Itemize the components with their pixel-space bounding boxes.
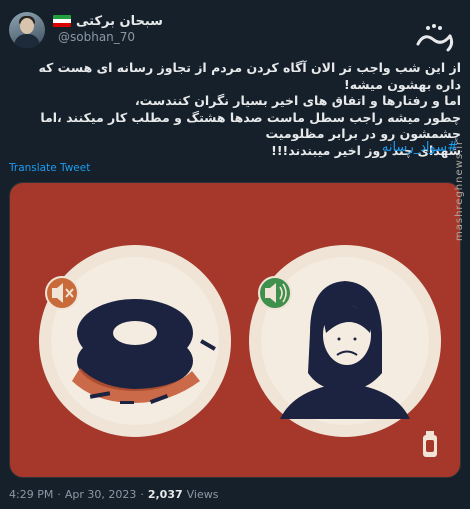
author-handle[interactable]: @sobhan_70 bbox=[58, 30, 135, 44]
author-display-name[interactable]: سبحان برکتی bbox=[76, 14, 163, 29]
views-count: 2,037 bbox=[147, 488, 183, 501]
hashtag-link[interactable]: #سواد_رسانه bbox=[382, 140, 458, 155]
mashregh-logo bbox=[414, 14, 460, 58]
tweet-line: اما و رفتارها و اتفاق های اخیر بسیار نگر… bbox=[134, 93, 461, 108]
iran-flag-icon bbox=[53, 15, 71, 27]
translate-tweet-link[interactable]: Translate Tweet bbox=[9, 162, 90, 174]
tweet-media-image[interactable] bbox=[9, 182, 461, 478]
tweet-line: چطور میشه راجب سطل ماست صدها هشتگ و مطلب… bbox=[40, 109, 461, 142]
views-label: Views bbox=[186, 488, 219, 501]
tweet-meta: 4:29 PM · Apr 30, 2023 · 2,037 Views bbox=[9, 488, 218, 501]
tweet-time[interactable]: 4:29 PM bbox=[9, 488, 53, 501]
site-watermark: mashreghnews.ir bbox=[454, 139, 465, 241]
avatar[interactable] bbox=[9, 12, 45, 48]
meta-separator: · bbox=[140, 488, 144, 501]
tweet-date[interactable]: Apr 30, 2023 bbox=[65, 488, 137, 501]
meta-separator: · bbox=[57, 488, 61, 501]
tweet-card: سبحان برکتی @sobhan_70 از این شب واجب تر… bbox=[0, 0, 470, 509]
tweet-line: از این شب واجب تر الان آگاه کردن مردم از… bbox=[38, 60, 461, 92]
author-name-row[interactable]: سبحان برکتی bbox=[53, 12, 163, 30]
